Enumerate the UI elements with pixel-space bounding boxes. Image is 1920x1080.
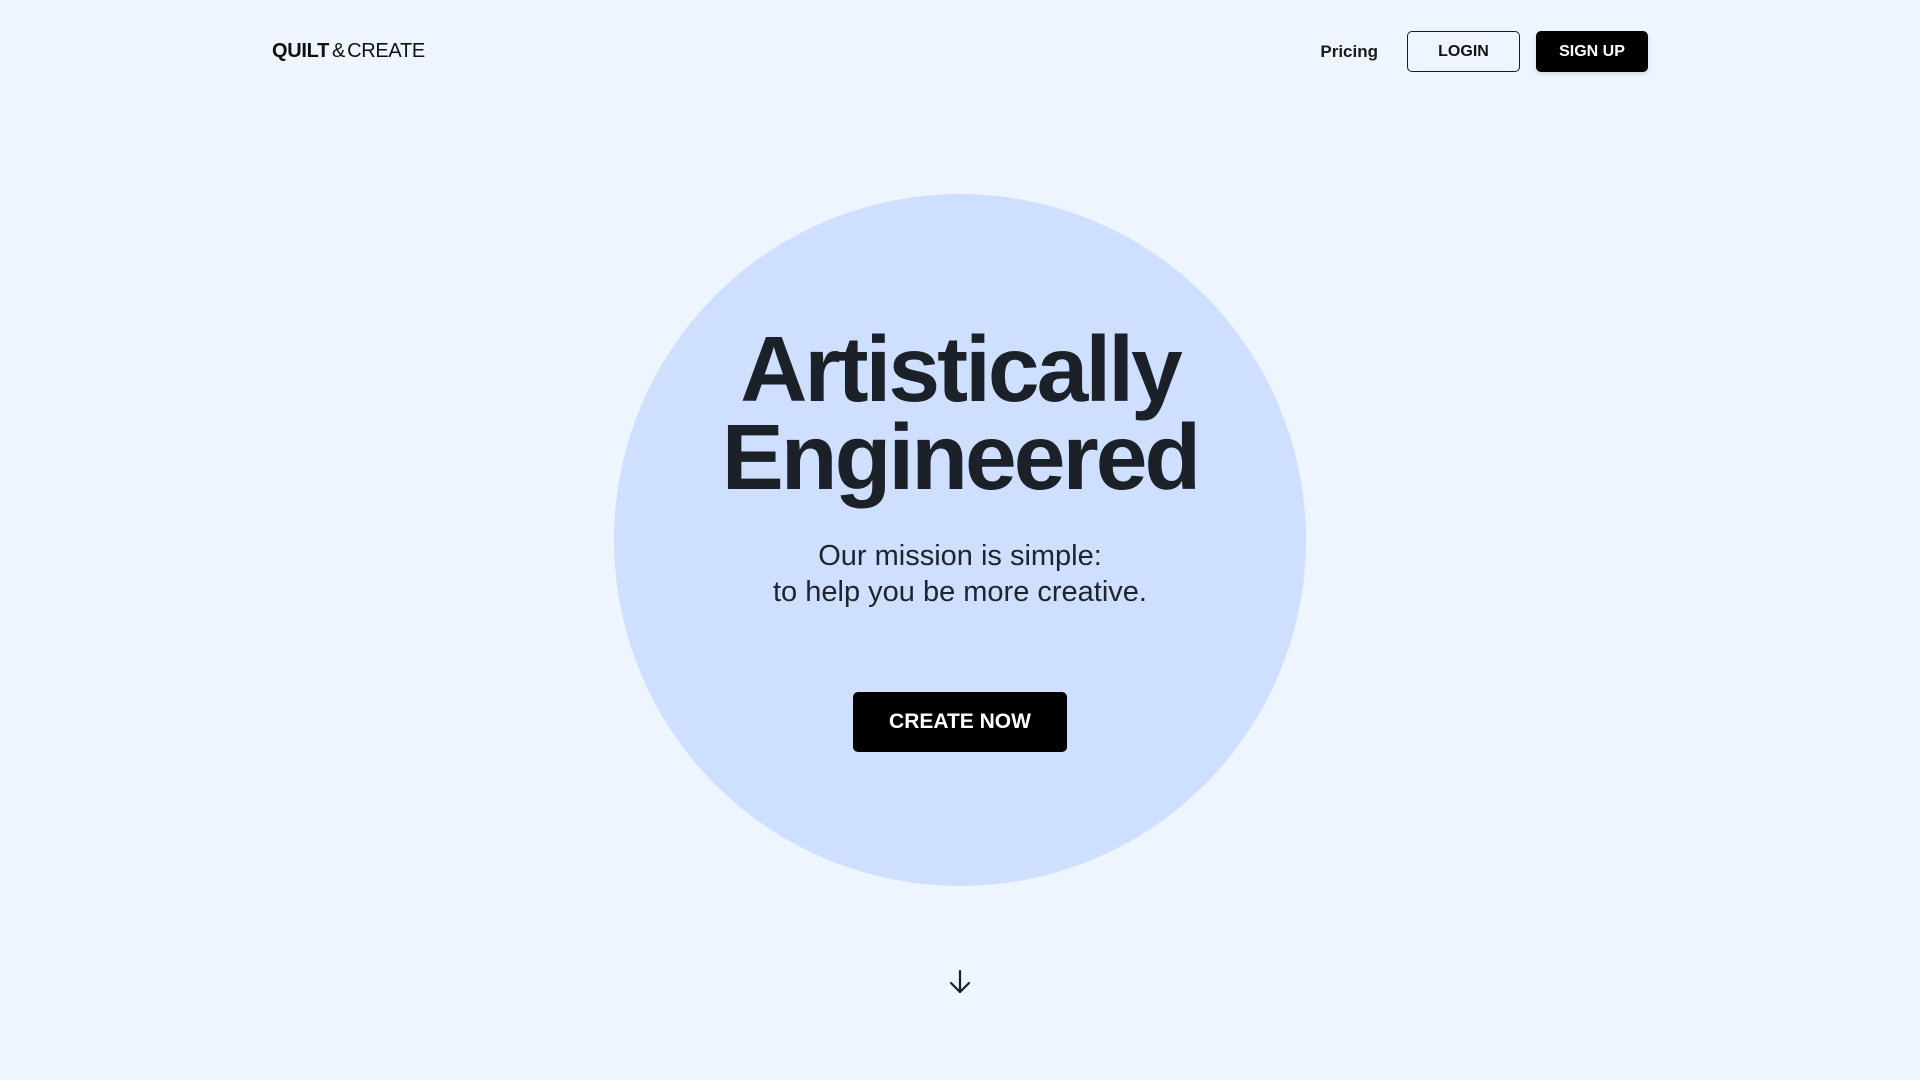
signup-button[interactable]: SIGN UP xyxy=(1536,31,1648,72)
site-header: QUILT & CREATE Pricing LOGIN SIGN UP xyxy=(272,31,1648,72)
pricing-link[interactable]: Pricing xyxy=(1320,42,1378,62)
hero-subtitle-line-2: to help you be more creative. xyxy=(773,576,1147,608)
hero-title: Artistically Engineered xyxy=(560,317,1360,509)
hero-subtitle-line-1: Our mission is simple: xyxy=(818,540,1102,572)
hero-subtitle: Our mission is simple: to help you be mo… xyxy=(560,538,1360,610)
top-nav: Pricing LOGIN SIGN UP xyxy=(1320,31,1648,72)
logo-word-quilt: QUILT xyxy=(272,40,330,62)
logo-ampersand: & xyxy=(332,40,346,62)
landing-page: QUILT & CREATE Pricing LOGIN SIGN UP Art… xyxy=(0,0,1920,1080)
login-button[interactable]: LOGIN xyxy=(1407,31,1520,72)
hero-title-line-1: Artistically xyxy=(740,317,1183,421)
brand-logo[interactable]: QUILT & CREATE xyxy=(272,40,425,63)
create-now-button[interactable]: CREATE NOW xyxy=(853,692,1067,752)
hero-title-line-2: Engineered xyxy=(721,405,1201,509)
arrow-down-icon[interactable] xyxy=(947,968,973,996)
logo-word-create: CREATE xyxy=(347,40,425,62)
